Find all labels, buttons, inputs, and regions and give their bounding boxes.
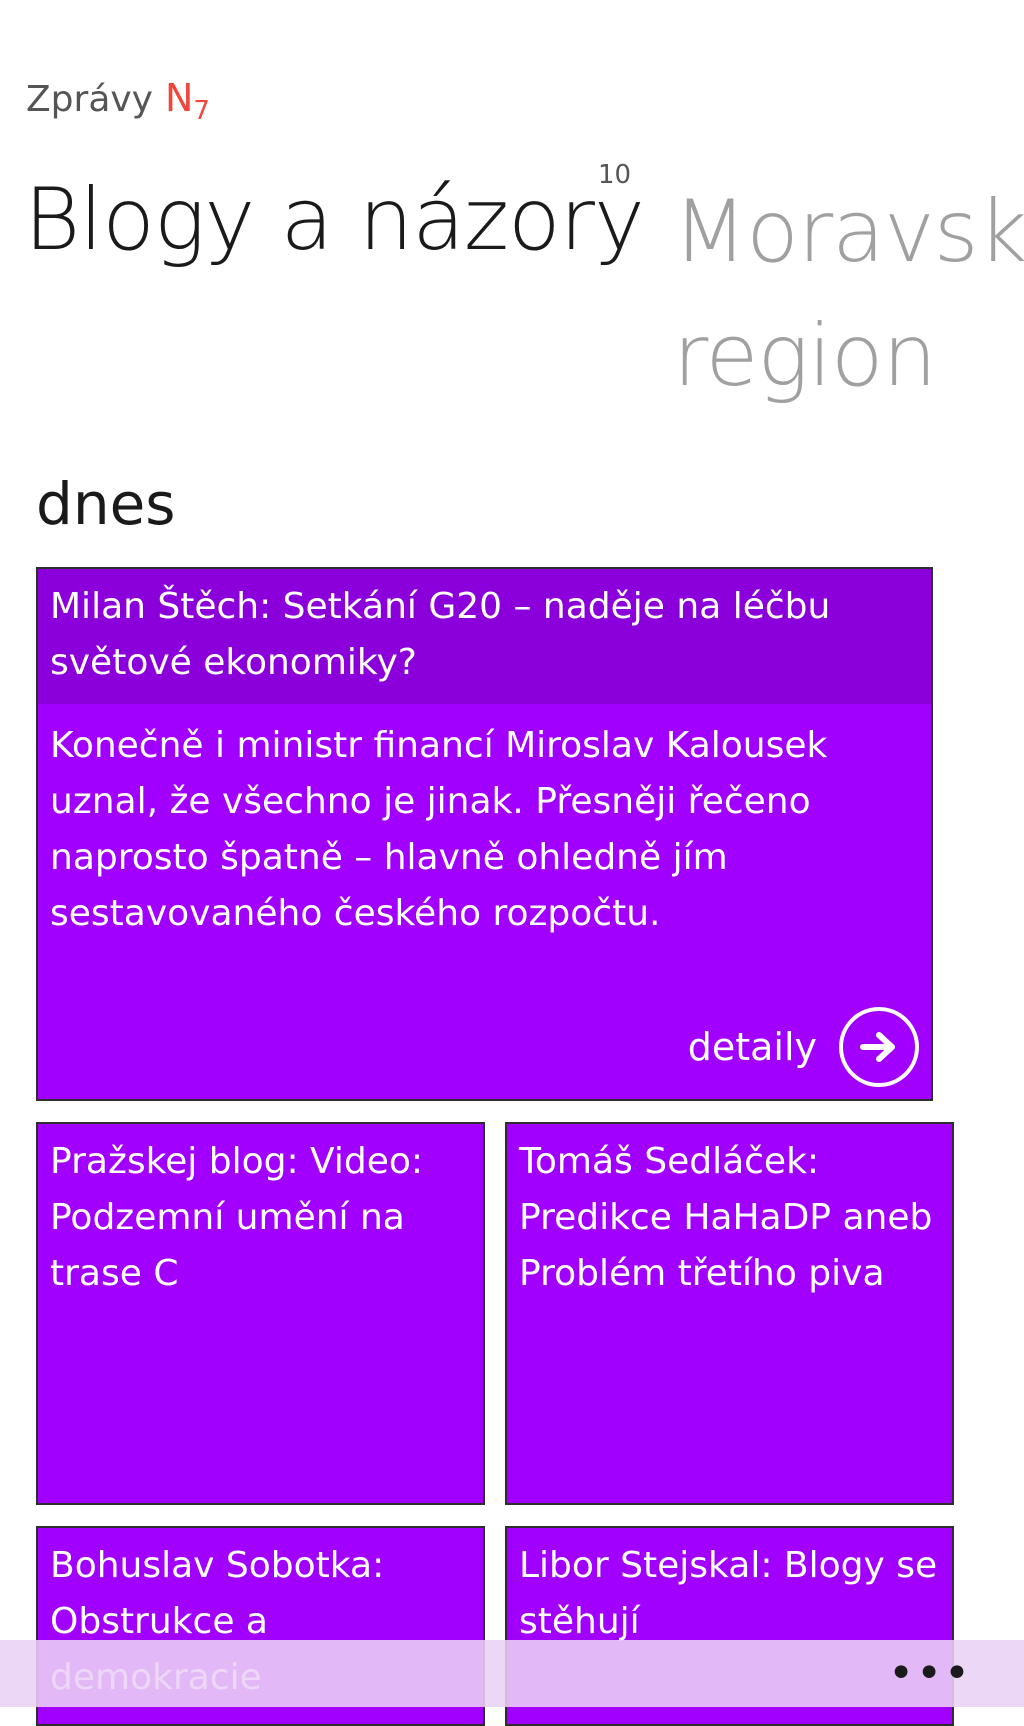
article-title: Pražskej blog: Video: Podzemní umění na … (50, 1141, 424, 1294)
pivot-next-title[interactable]: Moravsko region (673, 170, 1024, 418)
featured-article-title: Milan Štěch: Setkání G20 – naděje na léč… (38, 569, 931, 704)
article-tile[interactable]: Tomáš Sedláček: Predikce HaHaDP aneb Pro… (505, 1122, 954, 1505)
pivot-item-count: 10 (598, 160, 632, 190)
app-name: Zprávy (26, 79, 153, 120)
featured-article-body: Konečně i ministr financí Miroslav Kalou… (50, 725, 828, 934)
section-label-today: dnes (36, 470, 176, 538)
more-options-icon[interactable]: ••• (888, 1648, 972, 1699)
article-title: Tomáš Sedláček: Predikce HaHaDP aneb Pro… (519, 1141, 933, 1294)
brand-number: 7 (193, 96, 210, 126)
detail-button[interactable]: detaily (688, 1007, 919, 1087)
article-title: Libor Stejskal: Blogy se stěhují (519, 1545, 938, 1642)
pivot-current-title[interactable]: Blogy a názory (24, 170, 645, 270)
article-tile[interactable]: Pražskej blog: Video: Podzemní umění na … (36, 1122, 485, 1505)
brand-logo: N7 (164, 76, 210, 126)
brand-letter: N (164, 76, 194, 120)
app-bar: ••• (0, 1640, 1024, 1707)
detail-label: detaily (687, 1025, 817, 1069)
app-header: Zprávy N7 (26, 76, 210, 126)
featured-article-tile[interactable]: Milan Štěch: Setkání G20 – naděje na léč… (36, 567, 933, 1101)
arrow-right-icon[interactable] (839, 1007, 919, 1087)
